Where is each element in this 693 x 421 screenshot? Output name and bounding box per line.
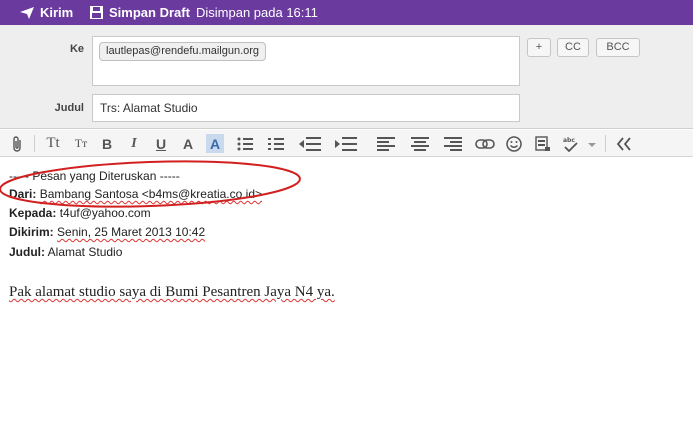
highlight-icon[interactable]: A xyxy=(206,134,224,153)
to-line: Kepada: t4uf@yahoo.com xyxy=(9,206,151,220)
attach-icon[interactable] xyxy=(8,134,26,153)
cc-button[interactable]: CC xyxy=(557,38,589,57)
emoji-icon[interactable] xyxy=(505,134,523,153)
to-label: Ke xyxy=(69,43,84,55)
save-draft-label: Simpan Draft xyxy=(109,5,190,20)
forward-header: ----- Pesan yang Diteruskan ----- xyxy=(9,169,180,183)
send-icon xyxy=(20,6,34,19)
send-button[interactable]: Kirim xyxy=(20,0,73,25)
to-field[interactable]: lautlepas@rendefu.mailgun.org xyxy=(92,36,520,86)
subject-line: Judul: Alamat Studio xyxy=(9,245,122,259)
from-value: Bambang Santosa <b4ms@kreatia.co.id> xyxy=(39,187,262,201)
bulleted-list-icon[interactable] xyxy=(236,134,254,153)
underline-icon[interactable]: U xyxy=(154,134,168,153)
save-status: Disimpan pada 16:11 xyxy=(196,5,318,20)
numbered-list-icon[interactable] xyxy=(267,134,285,153)
align-center-icon[interactable] xyxy=(410,134,430,153)
subject-value-body: Alamat Studio xyxy=(47,245,123,259)
add-recipient-button[interactable]: + xyxy=(527,38,551,57)
toolbar-divider xyxy=(605,135,606,152)
bcc-button[interactable]: BCC xyxy=(596,38,640,57)
to-value-body: t4uf@yahoo.com xyxy=(59,206,151,220)
subject-input[interactable]: Trs: Alamat Studio xyxy=(92,94,520,122)
bold-icon[interactable]: B xyxy=(100,134,114,153)
indent-icon[interactable] xyxy=(334,134,358,153)
link-icon[interactable] xyxy=(474,134,496,153)
spellcheck-icon[interactable]: abc xyxy=(562,134,598,153)
message-body[interactable]: ----- Pesan yang Diteruskan ----- Dari: … xyxy=(0,158,693,421)
compose-header: Ke lautlepas@rendefu.mailgun.org Judul T… xyxy=(0,25,693,129)
subject-label: Judul xyxy=(54,102,84,114)
send-label: Kirim xyxy=(40,5,74,20)
sent-line: Dikirim: Senin, 25 Maret 2013 10:42 xyxy=(9,225,205,239)
message-text: Pak alamat studio saya di Bumi Pesantren… xyxy=(9,284,335,300)
sent-label: Dikirim: xyxy=(9,225,54,239)
collapse-icon[interactable] xyxy=(614,134,634,153)
font-size-up-icon[interactable]: Tt xyxy=(44,134,62,153)
recipient-chip[interactable]: lautlepas@rendefu.mailgun.org xyxy=(99,42,267,61)
top-toolbar: Kirim Simpan Draft Disimpan pada 16:11 xyxy=(0,0,693,25)
subject-label-body: Judul: xyxy=(9,245,45,259)
align-left-icon[interactable] xyxy=(376,134,396,153)
svg-text:abc: abc xyxy=(563,137,575,144)
to-label-body: Kepada: xyxy=(9,206,57,220)
text-color-icon[interactable]: A xyxy=(181,134,195,153)
outdent-icon[interactable] xyxy=(298,134,322,153)
toolbar-divider xyxy=(34,135,35,152)
save-icon xyxy=(90,6,103,19)
font-size-down-icon[interactable]: Tт xyxy=(72,134,90,153)
save-draft-button[interactable]: Simpan Draft xyxy=(90,0,190,25)
align-right-icon[interactable] xyxy=(443,134,463,153)
insert-image-icon[interactable] xyxy=(534,134,552,153)
italic-icon[interactable]: I xyxy=(127,134,141,153)
format-toolbar: Tt Tт B I U A A abc xyxy=(0,130,693,157)
from-label: Dari: xyxy=(9,187,37,201)
sent-value: Senin, 25 Maret 2013 10:42 xyxy=(57,225,206,239)
from-line: Dari: Bambang Santosa <b4ms@kreatia.co.i… xyxy=(9,187,262,201)
